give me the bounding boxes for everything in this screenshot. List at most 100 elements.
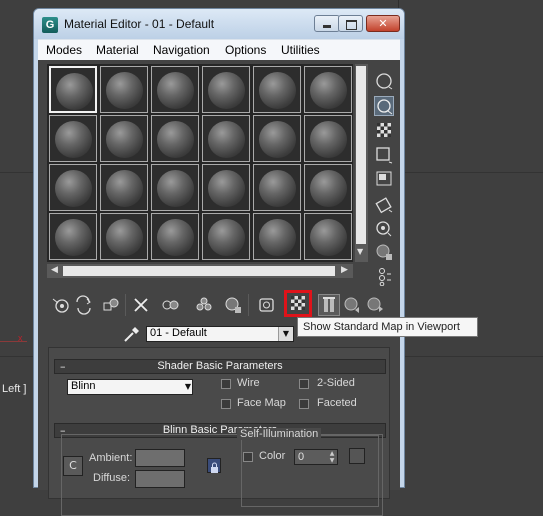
scrollbar-thumb[interactable]: [356, 66, 366, 244]
menu-options[interactable]: Options: [225, 43, 266, 57]
minimize-button[interactable]: [314, 15, 340, 32]
select-by-material-button[interactable]: [374, 242, 394, 262]
sample-slot[interactable]: [202, 213, 250, 260]
two-sided-checkbox[interactable]: [299, 379, 309, 389]
rollout-title: Shader Basic Parameters: [157, 360, 283, 372]
slot-vertical-scrollbar[interactable]: ▼: [355, 64, 368, 262]
sample-uv-tiling-button[interactable]: [374, 145, 394, 165]
show-standard-map-button[interactable]: [284, 290, 312, 317]
scroll-left-icon[interactable]: ◀: [51, 265, 58, 275]
sample-slot[interactable]: [100, 164, 148, 211]
sample-uv-tiling-icon: [376, 147, 393, 164]
shader-type-dropdown[interactable]: Blinn ▼: [67, 379, 193, 395]
sample-slot[interactable]: [49, 164, 97, 211]
pick-material-from-object-button[interactable]: [122, 324, 140, 348]
make-unique-button[interactable]: [159, 294, 181, 316]
menu-navigation[interactable]: Navigation: [153, 43, 210, 57]
sample-slot[interactable]: [100, 115, 148, 162]
maximize-icon: [346, 20, 357, 30]
material-id-channel-button[interactable]: [222, 294, 244, 316]
self-illumination-spinner[interactable]: 0 ▲ ▼: [294, 449, 338, 465]
go-to-parent-button[interactable]: [341, 294, 363, 316]
sample-slot[interactable]: [49, 115, 97, 162]
sample-slot[interactable]: [202, 115, 250, 162]
menu-material[interactable]: Material: [96, 43, 139, 57]
spinner-arrows-icon[interactable]: ▲ ▼: [327, 450, 337, 464]
video-color-check-button[interactable]: [374, 169, 394, 189]
lock-ambient-diffuse-button[interactable]: C: [63, 456, 83, 476]
material-map-navigator-button[interactable]: [374, 266, 394, 286]
assign-to-selection-button[interactable]: [100, 294, 122, 316]
scroll-down-icon[interactable]: ▼: [357, 247, 363, 256]
sample-slot[interactable]: [49, 66, 97, 113]
maximize-button[interactable]: [338, 15, 363, 32]
chevron-down-icon[interactable]: ▼: [278, 327, 293, 341]
go-forward-to-sibling-icon: [367, 297, 383, 312]
self-illumination-map-button[interactable]: [349, 448, 365, 464]
sample-slot[interactable]: [202, 66, 250, 113]
sample-slot[interactable]: [304, 213, 352, 260]
menu-utilities[interactable]: Utilities: [281, 43, 320, 57]
title-bar[interactable]: G Material Editor - 01 - Default ✕: [34, 9, 404, 39]
material-sphere-preview: [106, 170, 143, 207]
sample-slot[interactable]: [49, 213, 97, 260]
sample-slot[interactable]: [100, 213, 148, 260]
material-sphere-preview: [310, 121, 347, 158]
slot-horizontal-scrollbar[interactable]: ◀ ▶: [47, 264, 353, 278]
background-button[interactable]: [374, 120, 394, 140]
material-name-field[interactable]: 01 - Default ▼: [146, 326, 294, 342]
wire-checkbox[interactable]: [221, 379, 231, 389]
sample-slot[interactable]: [304, 164, 352, 211]
menu-modes[interactable]: Modes: [46, 43, 82, 57]
tooltip: Show Standard Map in Viewport: [297, 317, 478, 337]
viewport-label[interactable]: Left ]: [2, 383, 26, 395]
scrollbar-thumb[interactable]: [63, 266, 335, 276]
shader-basic-parameters-header[interactable]: – Shader Basic Parameters: [54, 359, 386, 374]
diffuse-color-swatch[interactable]: [135, 470, 185, 488]
face-map-checkbox[interactable]: [221, 399, 231, 409]
sample-slot[interactable]: [100, 66, 148, 113]
toolbar-separator: [248, 294, 249, 316]
options-button[interactable]: [374, 218, 394, 238]
sample-slot[interactable]: [253, 164, 301, 211]
sample-slot[interactable]: [304, 115, 352, 162]
material-sphere-preview: [310, 219, 347, 256]
material-sphere-preview: [259, 219, 296, 256]
ambient-label: Ambient:: [89, 452, 133, 464]
reset-map-button[interactable]: [130, 294, 152, 316]
options-icon: [376, 221, 392, 237]
background-checker-icon: [377, 123, 391, 137]
material-sphere-preview: [208, 219, 245, 256]
lock-map-button[interactable]: [207, 458, 221, 473]
lock-icon: C: [69, 459, 77, 472]
get-material-button[interactable]: [50, 294, 72, 316]
backlight-icon: [377, 99, 393, 115]
sample-slot[interactable]: [253, 66, 301, 113]
sample-slot[interactable]: [253, 115, 301, 162]
put-to-library-button[interactable]: [193, 294, 215, 316]
faceted-checkbox[interactable]: [299, 399, 309, 409]
sample-slot[interactable]: [202, 164, 250, 211]
material-sphere-preview: [106, 219, 143, 256]
close-button[interactable]: ✕: [366, 15, 400, 32]
assign-to-selection-icon: [103, 298, 119, 311]
go-forward-to-sibling-button[interactable]: [364, 294, 386, 316]
show-shaded-material-button[interactable]: [256, 294, 278, 316]
sample-slot[interactable]: [253, 213, 301, 260]
window-title: Material Editor - 01 - Default: [64, 17, 215, 31]
sample-slot[interactable]: [151, 164, 199, 211]
sample-type-button[interactable]: [374, 71, 394, 91]
make-preview-button[interactable]: [374, 194, 394, 214]
sample-slot[interactable]: [151, 213, 199, 260]
select-by-material-icon: [376, 244, 392, 260]
sample-slot[interactable]: [304, 66, 352, 113]
self-illumination-color-checkbox[interactable]: [243, 452, 253, 462]
backlight-button[interactable]: [374, 96, 394, 116]
scroll-right-icon[interactable]: ▶: [341, 265, 348, 275]
put-to-scene-button[interactable]: [73, 294, 95, 316]
sample-slot[interactable]: [151, 115, 199, 162]
show-end-result-button[interactable]: [318, 294, 340, 316]
sample-slot[interactable]: [151, 66, 199, 113]
go-to-parent-icon: [344, 297, 359, 313]
ambient-color-swatch[interactable]: [135, 449, 185, 467]
